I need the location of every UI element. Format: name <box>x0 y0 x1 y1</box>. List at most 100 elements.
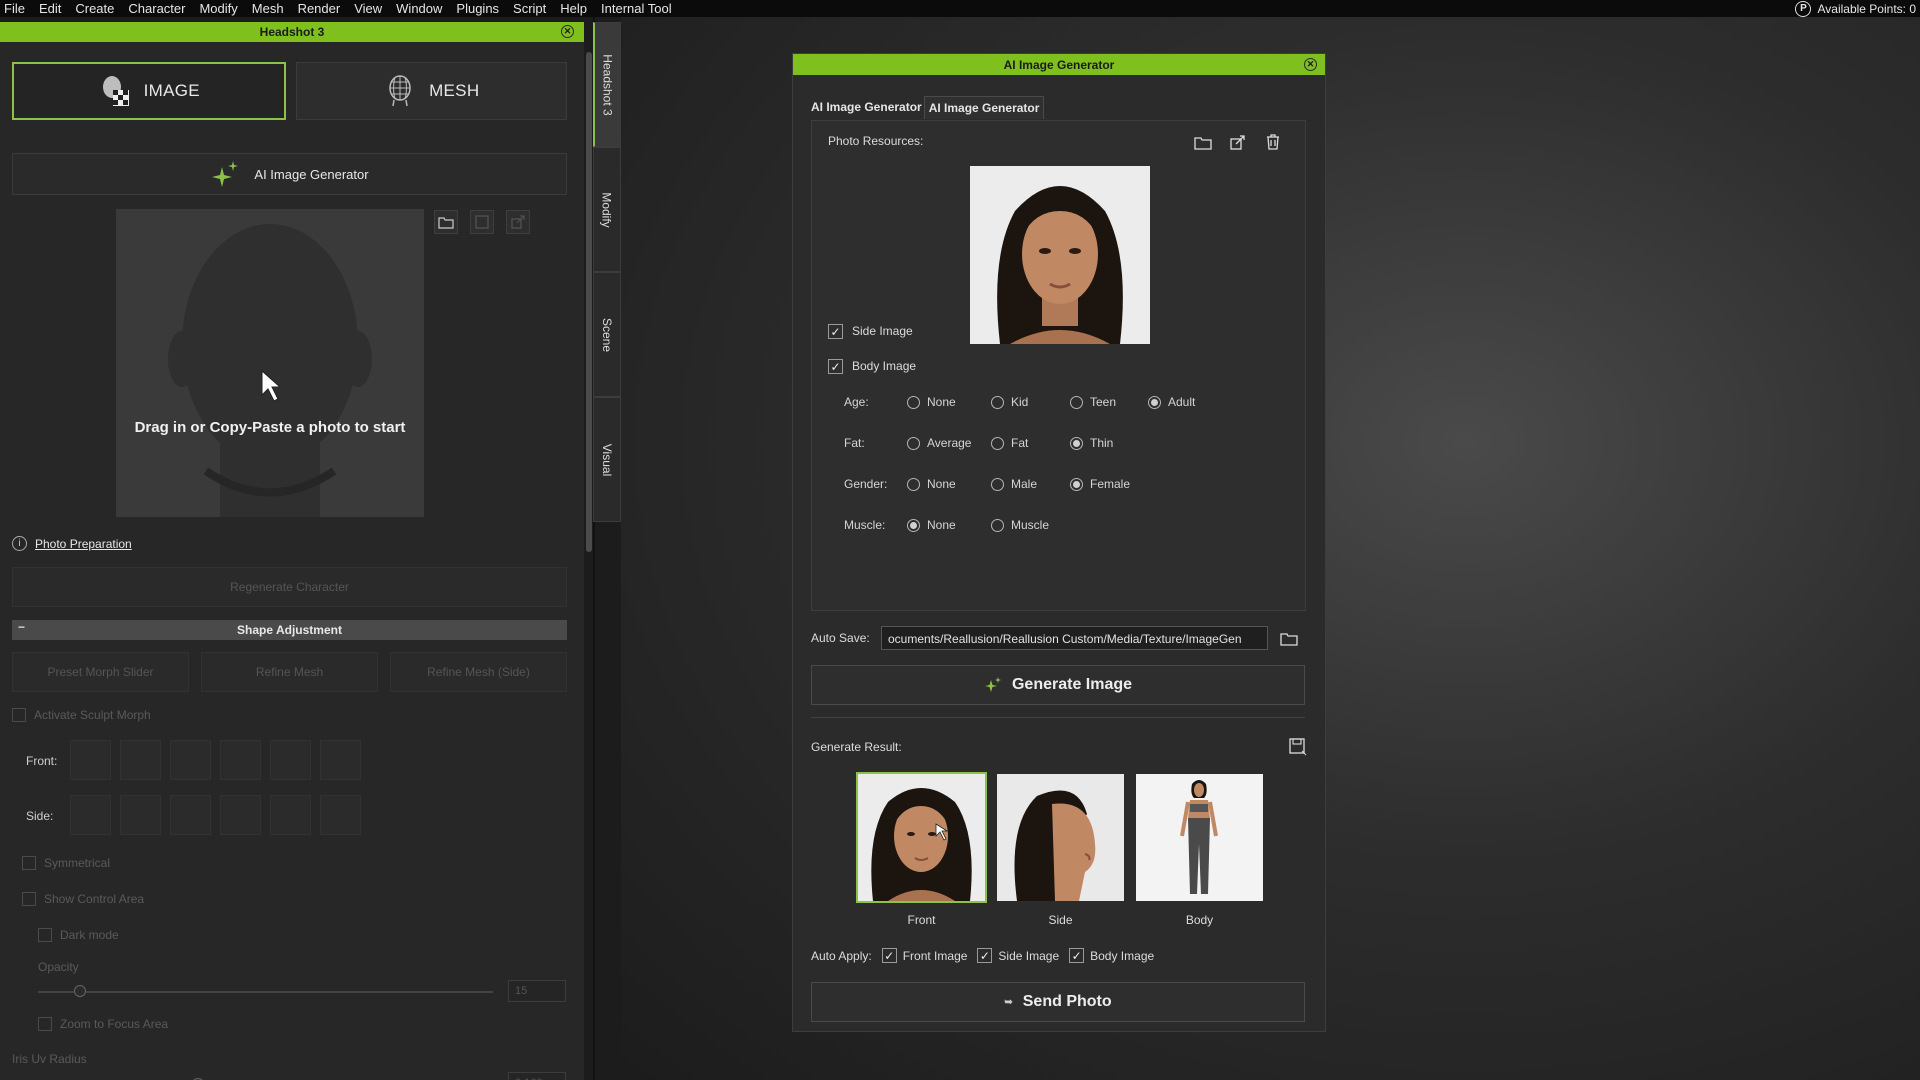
photo-resources-panel: Photo Resources: ✓ Side Image ✓ Body Ima… <box>811 120 1306 611</box>
dialog-title-bar[interactable]: AI Image Generator ✕ <box>793 54 1325 75</box>
tab-mesh[interactable]: MESH <box>295 62 567 120</box>
save-icon[interactable] <box>470 210 494 234</box>
menu-plugins[interactable]: Plugins <box>449 0 506 17</box>
result-body-thumbnail[interactable] <box>1136 774 1263 901</box>
opacity-slider-handle[interactable] <box>74 985 86 997</box>
browse-folder-icon[interactable] <box>1278 627 1300 649</box>
sculpt-tool-icon[interactable] <box>70 740 111 780</box>
photo-drop-area[interactable]: Drag in or Copy-Paste a photo to start <box>116 209 424 517</box>
left-panel-scrollbar[interactable] <box>586 52 592 552</box>
sculpt-tool-icon[interactable] <box>120 795 161 835</box>
ai-image-generator-button[interactable]: AI Image Generator <box>12 153 567 195</box>
preset-morph-slider-button[interactable]: Preset Morph Slider <box>12 652 189 692</box>
menu-script[interactable]: Script <box>506 0 553 17</box>
sculpt-tool-icon[interactable] <box>320 795 361 835</box>
available-points[interactable]: P Available Points: 0 <box>1795 0 1916 17</box>
delete-icon[interactable] <box>1262 131 1284 153</box>
tab-ai-image-generator-2[interactable]: AI Image Generator <box>923 96 1045 119</box>
menu-edit[interactable]: Edit <box>32 0 68 17</box>
photo-preparation-link[interactable]: Photo Preparation <box>35 537 132 551</box>
age-teen-radio[interactable]: Teen <box>1070 395 1116 409</box>
sculpt-tool-icon[interactable] <box>270 795 311 835</box>
menu-render[interactable]: Render <box>291 0 348 17</box>
sculpt-tool-icon[interactable] <box>270 740 311 780</box>
activate-sculpt-label: Activate Sculpt Morph <box>34 708 151 722</box>
refine-mesh-side-button[interactable]: Refine Mesh (Side) <box>390 652 567 692</box>
refine-mesh-button[interactable]: Refine Mesh <box>201 652 378 692</box>
shape-adjustment-header[interactable]: − Shape Adjustment <box>12 620 567 640</box>
open-folder-icon[interactable] <box>1192 131 1214 153</box>
opacity-value-input[interactable]: 15 <box>508 980 566 1002</box>
menu-modify[interactable]: Modify <box>192 0 244 17</box>
age-adult-radio[interactable]: Adult <box>1148 395 1195 409</box>
gender-female-radio[interactable]: Female <box>1070 477 1130 491</box>
result-side-thumbnail[interactable] <box>997 774 1124 901</box>
export-icon[interactable] <box>1227 131 1249 153</box>
result-front-thumbnail[interactable] <box>856 772 987 903</box>
fat-average-radio[interactable]: Average <box>907 436 971 450</box>
tab-image[interactable]: IMAGE <box>12 62 286 120</box>
sculpt-tool-icon[interactable] <box>170 740 211 780</box>
menu-window[interactable]: Window <box>389 0 449 17</box>
generate-image-label: Generate Image <box>1011 676 1133 693</box>
gender-label: Gender: <box>844 477 888 491</box>
body-image-checkbox[interactable]: ✓ <box>828 359 843 374</box>
vtab-scene[interactable]: Scene <box>593 272 621 397</box>
menu-view[interactable]: View <box>347 0 389 17</box>
vtab-visual[interactable]: Visual <box>593 397 621 522</box>
vtab-headshot[interactable]: Headshot 3 <box>593 22 621 147</box>
fat-thin-radio[interactable]: Thin <box>1070 436 1113 450</box>
front-image-checkbox[interactable]: ✓ <box>881 948 897 963</box>
menu-mesh[interactable]: Mesh <box>245 0 291 17</box>
menu-internal-tool[interactable]: Internal Tool <box>594 0 679 17</box>
auto-apply-body[interactable]: ✓ Body Image <box>1069 948 1154 963</box>
side-image-checkbox[interactable]: ✓ <box>828 324 843 339</box>
tab-ai-image-generator-1[interactable]: AI Image Generator <box>809 96 924 119</box>
fat-fat-radio[interactable]: Fat <box>991 436 1028 450</box>
collapse-icon[interactable]: − <box>18 620 25 634</box>
activate-sculpt-checkbox[interactable] <box>12 708 26 722</box>
muscle-none-radio[interactable]: None <box>907 518 956 532</box>
sculpt-tool-icon[interactable] <box>220 740 261 780</box>
side-image-label: Side Image <box>998 948 1060 963</box>
body-image-checkbox[interactable]: ✓ <box>1069 948 1085 963</box>
shape-adjustment-label: Shape Adjustment <box>237 623 342 637</box>
close-icon[interactable]: ✕ <box>561 25 574 38</box>
export-icon[interactable] <box>506 210 530 234</box>
age-none-radio[interactable]: None <box>907 395 956 409</box>
gender-none-radio[interactable]: None <box>907 477 956 491</box>
age-kid-radio[interactable]: Kid <box>991 395 1028 409</box>
side-image-checkbox[interactable]: ✓ <box>977 948 993 963</box>
close-icon[interactable]: ✕ <box>1304 58 1317 71</box>
iris-value-input[interactable]: 0.160 <box>508 1072 566 1080</box>
menu-help[interactable]: Help <box>553 0 594 17</box>
send-photo-button[interactable]: ➥ Send Photo <box>811 982 1305 1022</box>
gender-male-radio[interactable]: Male <box>991 477 1037 491</box>
sculpt-tool-icon[interactable] <box>220 795 261 835</box>
sculpt-tool-icon[interactable] <box>120 740 161 780</box>
symmetrical-checkbox[interactable] <box>22 856 36 870</box>
zoom-focus-checkbox[interactable] <box>38 1017 52 1031</box>
menu-file[interactable]: File <box>0 0 32 17</box>
auto-apply-side[interactable]: ✓ Side Image <box>977 948 1059 963</box>
sculpt-tool-icon[interactable] <box>320 740 361 780</box>
source-photo[interactable] <box>970 166 1150 344</box>
menu-create[interactable]: Create <box>68 0 121 17</box>
save-result-icon[interactable] <box>1287 736 1309 758</box>
result-side-label: Side <box>1048 913 1073 927</box>
auto-apply-row: Auto Apply: ✓ Front Image ✓ Side Image ✓… <box>811 948 1154 963</box>
dark-mode-checkbox[interactable] <box>38 928 52 942</box>
sculpt-tool-icon[interactable] <box>170 795 211 835</box>
generate-image-button[interactable]: Generate Image <box>811 665 1305 705</box>
show-control-area-checkbox[interactable] <box>22 892 36 906</box>
opacity-slider-track[interactable] <box>38 991 493 993</box>
open-folder-icon[interactable] <box>434 210 458 234</box>
auto-save-path-input[interactable]: ocuments/Reallusion/Reallusion Custom/Me… <box>881 626 1268 650</box>
regenerate-character-button[interactable]: Regenerate Character <box>12 567 567 607</box>
menu-character[interactable]: Character <box>121 0 192 17</box>
auto-apply-front[interactable]: ✓ Front Image <box>881 948 967 963</box>
muscle-muscle-radio[interactable]: Muscle <box>991 518 1049 532</box>
front-result-image <box>858 774 985 901</box>
sculpt-tool-icon[interactable] <box>70 795 111 835</box>
vtab-modify[interactable]: Modify <box>593 147 621 272</box>
